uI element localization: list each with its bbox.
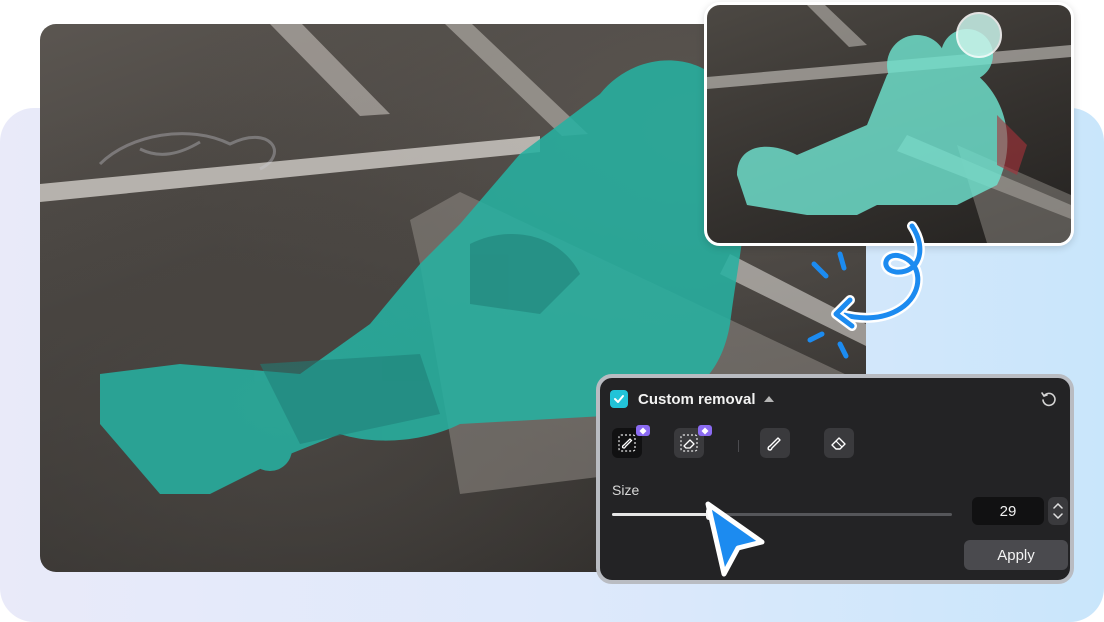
brush-icon: [767, 437, 781, 451]
erase-select-icon: [680, 434, 698, 452]
pointer-cursor-icon: [705, 501, 765, 577]
size-value-input[interactable]: 29: [972, 497, 1044, 525]
brush-stroke-mask: [737, 29, 1008, 215]
eraser-icon: [831, 437, 846, 450]
tool-row: [612, 425, 912, 460]
tool-divider: [738, 440, 739, 452]
panel-header: Custom removal: [610, 388, 774, 410]
reset-icon: [1041, 392, 1056, 407]
slider-fill: [612, 513, 711, 516]
parking-line: [40, 136, 540, 202]
parking-line: [270, 24, 390, 116]
curved-arrow-icon: [807, 221, 925, 359]
parking-line: [807, 5, 867, 47]
size-label: Size: [612, 482, 640, 498]
custom-removal-panel: Custom removal Size 29 Apply: [596, 374, 1074, 584]
chevron-down-icon[interactable]: [1053, 513, 1063, 519]
premium-badge: [698, 425, 712, 436]
custom-removal-checkbox[interactable]: [610, 390, 628, 408]
premium-badge: [636, 425, 650, 436]
brush-cursor-icon: [956, 12, 1002, 58]
chevron-up-icon[interactable]: [1053, 503, 1063, 509]
size-stepper[interactable]: [1048, 497, 1068, 525]
reset-button[interactable]: [1038, 388, 1060, 410]
eraser-tool[interactable]: [824, 428, 854, 458]
check-icon: [614, 395, 624, 403]
diamond-icon: [701, 427, 709, 434]
brush-select-icon: [618, 434, 636, 452]
preview-artwork: [707, 5, 1071, 243]
caret-up-icon[interactable]: [763, 396, 774, 402]
panel-title: Custom removal: [638, 390, 756, 408]
size-slider[interactable]: [612, 508, 952, 520]
chalk-drawing: [98, 132, 276, 171]
diamond-icon: [639, 427, 647, 434]
brush-select-tool[interactable]: [612, 425, 650, 458]
photo-detail: [997, 115, 1027, 175]
brush-tool[interactable]: [760, 428, 790, 458]
erase-select-tool[interactable]: [674, 425, 712, 458]
preview-thumbnail: [704, 2, 1074, 246]
apply-button[interactable]: Apply: [964, 540, 1068, 570]
